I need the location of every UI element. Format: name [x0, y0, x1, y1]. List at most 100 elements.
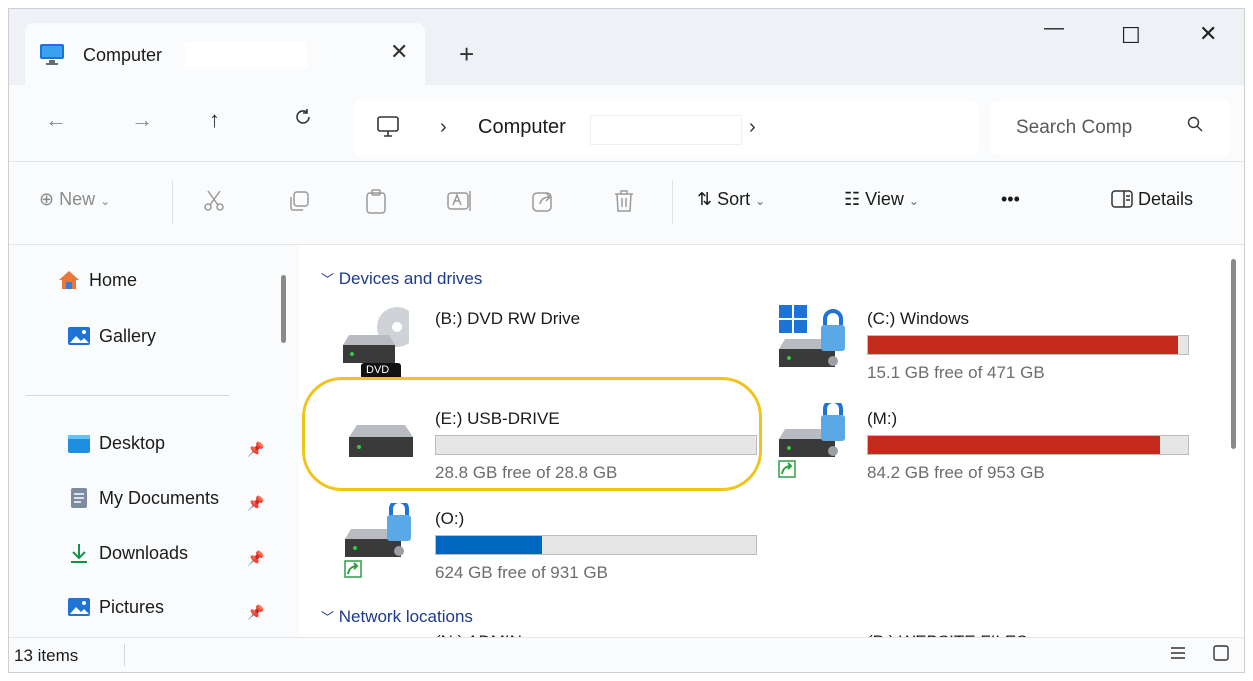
new-label: New [59, 189, 96, 209]
paste-button[interactable] [364, 189, 388, 220]
dvd-badge: DVD [366, 364, 390, 376]
chevron-down-icon: ⌄ [755, 194, 766, 208]
refresh-icon [296, 109, 310, 124]
redacted-area [185, 42, 307, 68]
sort-label: Sort [717, 189, 751, 209]
group-label: Devices and drives [338, 269, 483, 288]
new-button[interactable]: ⊕ New ⌄ [39, 189, 110, 210]
command-bar: ⊕ New ⌄ ⇅ Sort ⌄ ☷ View ⌄ ••• Details [9, 162, 1244, 245]
maximize-button[interactable]: ☐ [1121, 23, 1141, 49]
sidebar-item-my-documents[interactable]: My Documents [67, 487, 219, 509]
back-button[interactable]: ← [45, 107, 67, 133]
drive-free-space: 15.1 GB free of 471 GB [867, 363, 1045, 382]
tab-title: Computer [83, 45, 163, 65]
sidebar-item-label: Desktop [99, 433, 166, 453]
drive-usage-bar [435, 535, 757, 555]
plus-circle-icon: ⊕ [39, 189, 55, 209]
search-box[interactable]: Search Comp [991, 101, 1231, 155]
chevron-down-icon: ⌄ [100, 194, 111, 208]
view-button[interactable]: ☷ View ⌄ [844, 189, 919, 210]
divider [672, 180, 673, 224]
details-button[interactable]: Details [1111, 189, 1193, 210]
address-row: ← → ↑ › Computer › Search Comp [9, 85, 1244, 161]
view-label: View [865, 189, 904, 209]
up-button[interactable]: ↑ [209, 107, 220, 133]
sidebar-item-gallery[interactable]: Gallery [67, 325, 156, 347]
search-input[interactable]: Search Comp [1016, 117, 1132, 139]
drive-item-b[interactable]: DVD (B:) DVD RW Drive [339, 303, 739, 383]
breadcrumb-computer[interactable]: Computer [478, 116, 566, 139]
sidebar-item-pictures[interactable]: Pictures [67, 596, 164, 618]
sort-icon: ⇅ [697, 189, 713, 209]
tiles-view-button[interactable] [1212, 644, 1230, 667]
scissors-icon [204, 190, 224, 211]
gallery-icon [68, 327, 90, 345]
refresh-button[interactable] [293, 107, 313, 133]
rename-icon [447, 191, 471, 211]
breadcrumb-chevron[interactable]: › [440, 116, 447, 139]
copy-icon [290, 191, 309, 211]
chevron-down-icon: ﹀ [321, 272, 335, 287]
drive-usage-fill [868, 436, 1160, 454]
copy-button[interactable] [287, 189, 311, 218]
more-options-button[interactable]: ••• [1001, 189, 1020, 210]
drive-item-o[interactable]: (O:) 624 GB free of 931 GB [339, 499, 759, 584]
status-bar: 13 items [9, 637, 1244, 672]
pin-icon: 📌 [247, 550, 265, 566]
drive-usage-fill [436, 536, 542, 554]
main-scrollbar[interactable] [1231, 259, 1236, 449]
locked-network-drive-icon [343, 499, 423, 584]
group-label: Network locations [338, 607, 473, 626]
chevron-down-icon: ⌄ [908, 194, 919, 208]
details-view-button[interactable] [1169, 644, 1187, 667]
drive-name: (B:) DVD RW Drive [435, 309, 581, 328]
tiles-view-icon [1213, 645, 1229, 661]
new-tab-button[interactable]: + [459, 39, 474, 70]
close-window-button[interactable]: ✕ [1199, 21, 1217, 47]
drive-item-m[interactable]: (M:) 84.2 GB free of 953 GB [777, 399, 1197, 484]
share-button[interactable] [531, 189, 555, 218]
windows-drive-icon [777, 303, 857, 378]
home-icon [59, 271, 79, 289]
address-bar[interactable]: › Computer › [354, 101, 979, 155]
sidebar-scrollbar[interactable] [281, 275, 286, 343]
annotation-highlight-ellipse [302, 377, 762, 491]
tab-computer[interactable]: Computer ✕ [25, 23, 425, 85]
share-icon [532, 192, 552, 212]
sidebar-item-label: Home [89, 269, 138, 290]
drive-usage-bar [867, 335, 1189, 355]
drive-usage-fill [868, 336, 1178, 354]
locked-network-drive-icon [777, 399, 857, 484]
list-view-icon [1171, 647, 1185, 659]
drive-free-space: 624 GB free of 931 GB [435, 563, 608, 582]
sidebar-item-desktop[interactable]: Desktop [67, 433, 165, 454]
sort-button[interactable]: ⇅ Sort ⌄ [697, 189, 765, 210]
title-bar: Computer ✕ + — ☐ ✕ [9, 9, 1244, 85]
group-header-devices[interactable]: ﹀ Devices and drives [321, 269, 482, 289]
delete-button[interactable] [613, 189, 635, 218]
tab-close-icon[interactable]: ✕ [390, 39, 408, 65]
rename-button[interactable] [446, 189, 474, 218]
chevron-down-icon: ﹀ [321, 610, 335, 625]
sidebar-item-home[interactable]: Home [57, 269, 137, 291]
forward-button[interactable]: → [131, 107, 153, 133]
drive-name: (O:) [435, 509, 465, 528]
window-frame: Computer ✕ + — ☐ ✕ ← → ↑ › Computer › Se… [8, 8, 1245, 673]
pin-icon: 📌 [247, 441, 265, 457]
documents-icon [71, 488, 87, 508]
pictures-icon [68, 598, 90, 616]
breadcrumb-chevron-end[interactable]: › [749, 116, 756, 139]
sidebar-item-downloads[interactable]: Downloads [67, 542, 188, 564]
downloads-icon [71, 544, 87, 563]
redacted-area [590, 115, 742, 145]
minimize-button[interactable]: — [1044, 17, 1064, 40]
drive-free-space: 84.2 GB free of 953 GB [867, 463, 1045, 482]
monitor-icon [39, 43, 65, 70]
trash-icon [615, 190, 633, 212]
cut-button[interactable] [202, 189, 226, 218]
drive-name: (C:) Windows [867, 309, 970, 328]
group-header-network[interactable]: ﹀ Network locations [321, 607, 473, 627]
details-pane-icon [1111, 190, 1133, 208]
sidebar-item-label: Gallery [99, 325, 157, 346]
drive-item-c[interactable]: (C:) Windows 15.1 GB free of 471 GB [777, 303, 1197, 383]
